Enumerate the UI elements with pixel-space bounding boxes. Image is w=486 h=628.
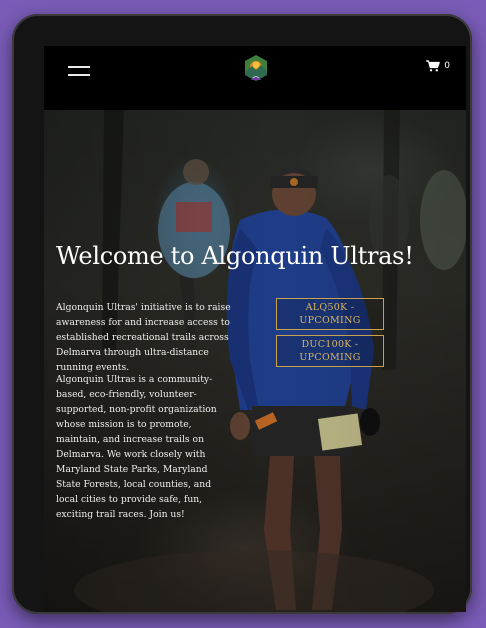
screen: 0 Welcome to Algonquin Ultras! Algonquin…	[44, 46, 466, 612]
hamburger-icon[interactable]	[68, 64, 90, 78]
hero-section: Welcome to Algonquin Ultras! Algonquin U…	[44, 110, 466, 612]
tablet-frame: 0 Welcome to Algonquin Ultras! Algonquin…	[12, 14, 472, 614]
hero-paragraph-mission: Algonquin Ultras is a community-based, e…	[56, 374, 217, 520]
page-title: Welcome to Algonquin Ultras!	[56, 242, 414, 270]
duc100k-button[interactable]: DUC100K - UPCOMING	[276, 335, 384, 367]
cart-icon	[426, 60, 441, 72]
cart-button[interactable]: 0	[426, 60, 450, 72]
cart-count: 0	[444, 61, 450, 71]
algonquin-logo[interactable]	[242, 54, 270, 82]
alq50k-button[interactable]: ALQ50K - UPCOMING	[276, 298, 384, 330]
site-header: 0	[44, 46, 466, 110]
hero-paragraph-initiative: Algonquin Ultras' initiative is to raise…	[56, 302, 231, 373]
